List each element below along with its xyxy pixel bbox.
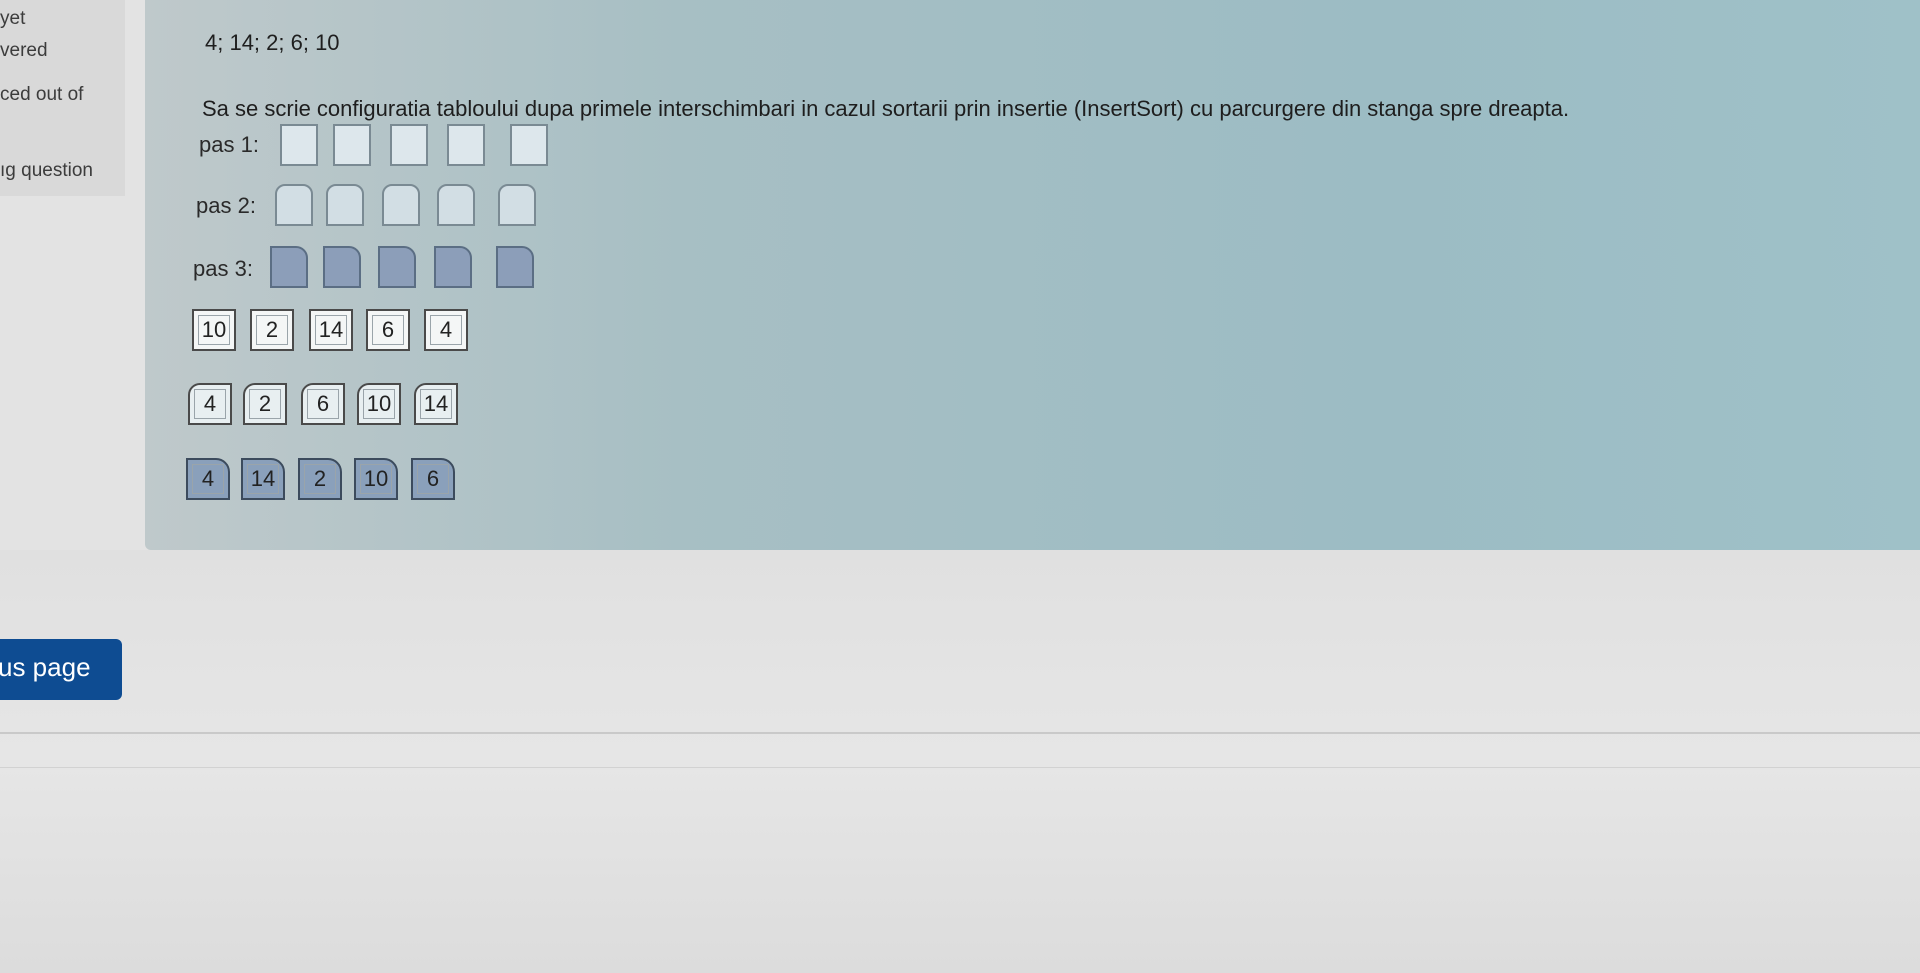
drag-tile[interactable]: 2 bbox=[298, 458, 342, 500]
tile-value: 4 bbox=[201, 466, 215, 491]
flag-question-link[interactable]: ıg question bbox=[0, 160, 93, 182]
info-status-2: vered bbox=[0, 40, 48, 61]
tile-value: 10 bbox=[366, 391, 392, 416]
page-background bbox=[0, 550, 1920, 973]
footer-divider-secondary bbox=[0, 767, 1920, 768]
drag-tile[interactable]: 6 bbox=[411, 458, 455, 500]
drop-zone-pas1-2[interactable] bbox=[333, 124, 371, 166]
question-sequence: 4; 14; 2; 6; 10 bbox=[205, 30, 340, 55]
drop-zone-pas2-3[interactable] bbox=[382, 184, 420, 226]
drag-tile[interactable]: 4 bbox=[424, 309, 468, 351]
drag-tile[interactable]: 4 bbox=[188, 383, 232, 425]
drop-zone-pas2-4[interactable] bbox=[437, 184, 475, 226]
drop-zone-pas3-5[interactable] bbox=[496, 246, 534, 288]
info-marks: ced out of bbox=[0, 84, 84, 105]
question-info-box: yet vered ced out of ıg question bbox=[0, 0, 125, 196]
info-status-1: yet bbox=[0, 8, 26, 29]
previous-page-button[interactable]: us page bbox=[0, 639, 122, 700]
drop-zone-pas1-5[interactable] bbox=[510, 124, 548, 166]
tile-value: 6 bbox=[426, 466, 440, 491]
tile-value: 4 bbox=[203, 391, 217, 416]
tile-value: 10 bbox=[201, 317, 227, 342]
drag-tile[interactable]: 10 bbox=[354, 458, 398, 500]
footer-divider bbox=[0, 732, 1920, 734]
drop-zone-pas3-1[interactable] bbox=[270, 246, 308, 288]
row-label-pas-1: pas 1: bbox=[199, 132, 259, 157]
drop-zone-pas1-1[interactable] bbox=[280, 124, 318, 166]
previous-page-label: us page bbox=[0, 652, 91, 682]
drag-tile[interactable]: 2 bbox=[250, 309, 294, 351]
drag-tile[interactable]: 14 bbox=[309, 309, 353, 351]
tile-value: 14 bbox=[423, 391, 449, 416]
drop-zone-pas2-1[interactable] bbox=[275, 184, 313, 226]
drop-zone-pas1-4[interactable] bbox=[447, 124, 485, 166]
tile-value: 4 bbox=[439, 317, 453, 342]
drag-tile[interactable]: 6 bbox=[366, 309, 410, 351]
drag-tile[interactable]: 2 bbox=[243, 383, 287, 425]
tile-value: 10 bbox=[363, 466, 389, 491]
drag-tile[interactable]: 4 bbox=[186, 458, 230, 500]
drag-tile[interactable]: 6 bbox=[301, 383, 345, 425]
drop-zone-pas1-3[interactable] bbox=[390, 124, 428, 166]
drop-zone-pas3-2[interactable] bbox=[323, 246, 361, 288]
tile-value: 6 bbox=[381, 317, 395, 342]
row-label-pas-3: pas 3: bbox=[193, 256, 253, 281]
drag-tile[interactable]: 10 bbox=[357, 383, 401, 425]
drag-tile[interactable]: 14 bbox=[241, 458, 285, 500]
drop-zone-pas2-5[interactable] bbox=[498, 184, 536, 226]
row-label-pas-2: pas 2: bbox=[196, 193, 256, 218]
drop-zone-pas3-3[interactable] bbox=[378, 246, 416, 288]
drag-tile[interactable]: 14 bbox=[414, 383, 458, 425]
tile-value: 14 bbox=[318, 317, 344, 342]
tile-value: 2 bbox=[313, 466, 327, 491]
drop-zone-pas2-2[interactable] bbox=[326, 184, 364, 226]
tile-value: 2 bbox=[265, 317, 279, 342]
tile-value: 2 bbox=[258, 391, 272, 416]
tile-value: 14 bbox=[250, 466, 276, 491]
question-prompt: Sa se scrie configuratia tabloului dupa … bbox=[202, 96, 1570, 121]
drop-zone-pas3-4[interactable] bbox=[434, 246, 472, 288]
tile-value: 6 bbox=[316, 391, 330, 416]
drag-tile[interactable]: 10 bbox=[192, 309, 236, 351]
